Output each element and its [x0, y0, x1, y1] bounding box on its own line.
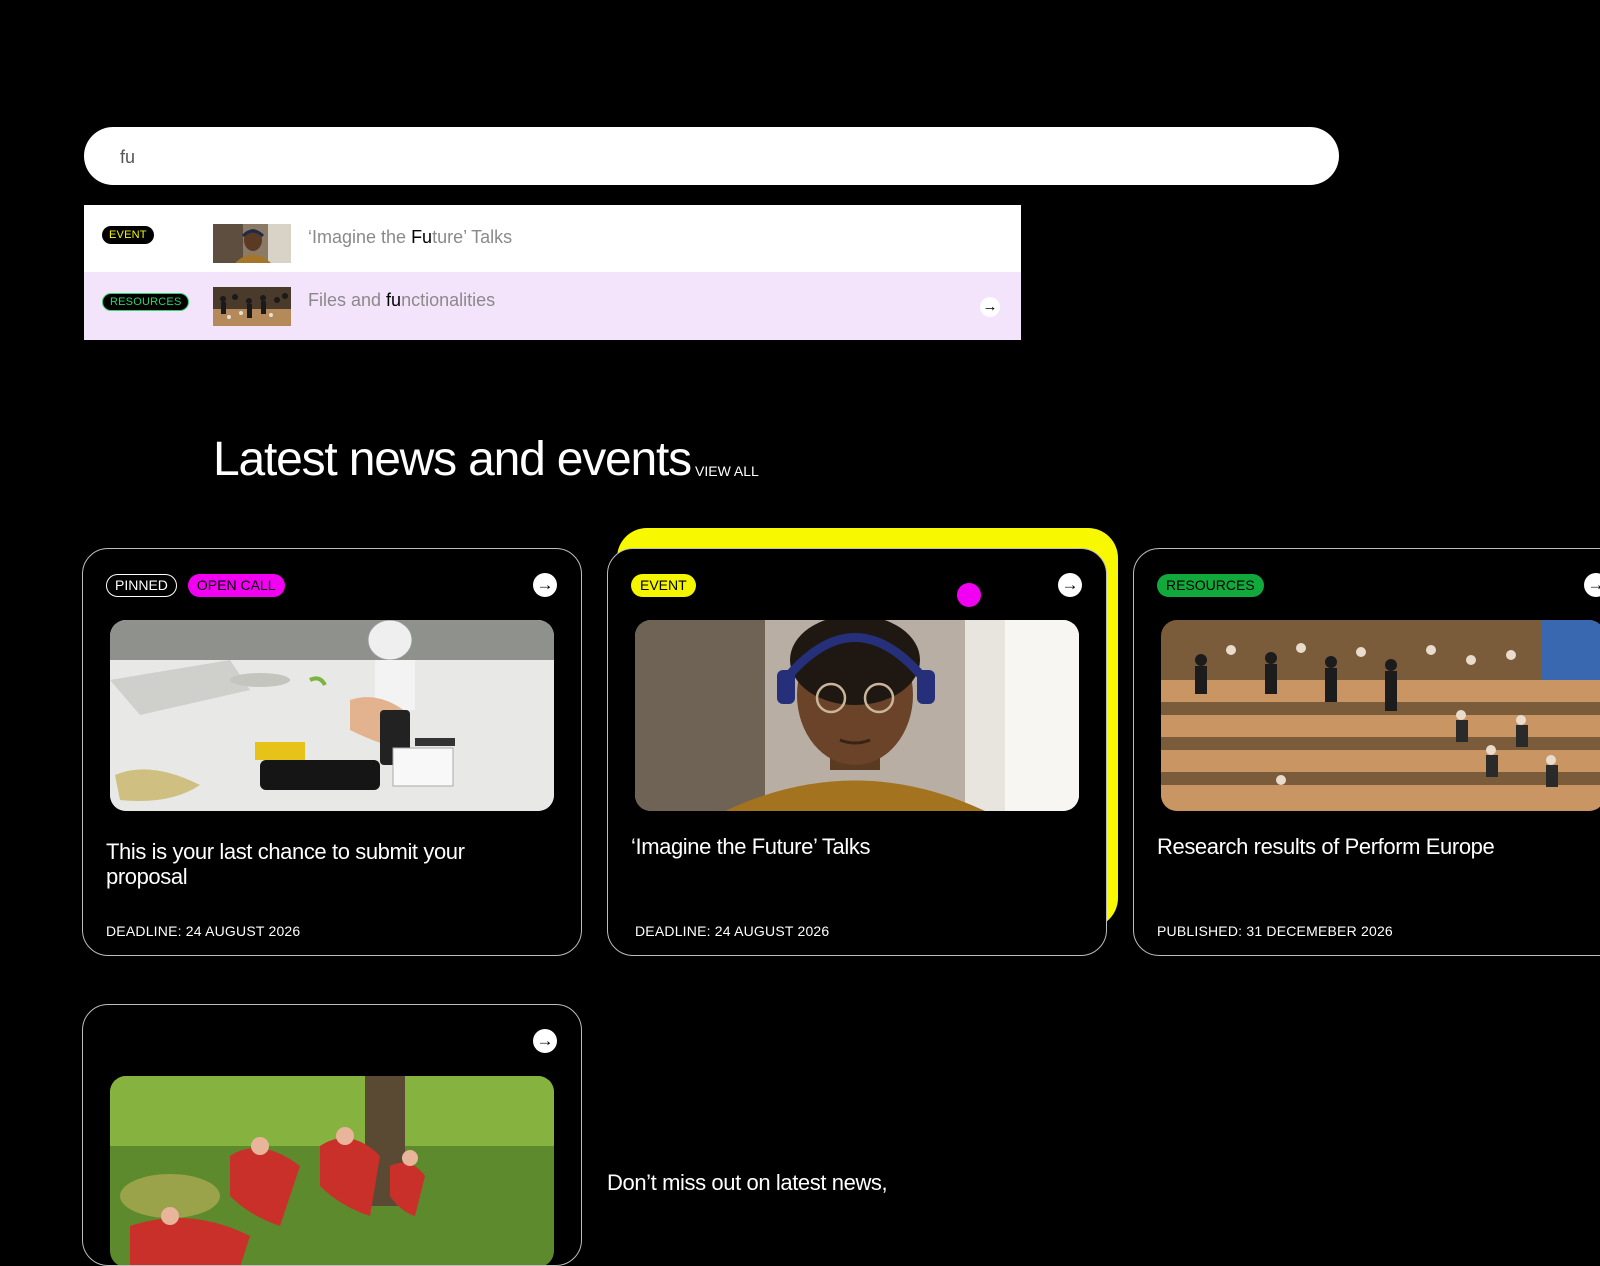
arrow-right-icon[interactable]: → — [533, 1029, 557, 1053]
view-all-link[interactable]: VIEW ALL — [695, 463, 759, 479]
pinned-badge: PINNED — [106, 574, 177, 597]
cursor-dot — [957, 583, 981, 607]
card-image — [110, 620, 554, 811]
card-image — [110, 1076, 554, 1265]
news-card[interactable]: PINNED OPEN CALL → This is your last cha… — [82, 548, 582, 956]
card-badges: RESOURCES — [1157, 574, 1264, 597]
suggestion-tag: RESOURCES — [102, 293, 190, 311]
arrow-right-icon[interactable]: → — [980, 297, 1000, 317]
search-bar[interactable] — [84, 127, 1339, 187]
arrow-right-icon[interactable]: → — [1584, 573, 1600, 597]
search-suggestions: EVENT ‘Imagine the Future’ Talks RESOURC… — [84, 205, 1021, 340]
card-title: Research results of Perform Europe — [1157, 834, 1495, 859]
card-title: This is your last chance to submit your … — [106, 839, 465, 889]
suggestion-title: ‘Imagine the Future’ Talks — [308, 227, 513, 247]
resources-badge: RESOURCES — [1157, 574, 1264, 597]
arrow-right-icon[interactable]: → — [533, 573, 557, 597]
card-meta: DEADLINE: 24 AUGUST 2026 — [635, 923, 830, 939]
card-badges: EVENT — [631, 574, 696, 597]
news-card[interactable]: RESOURCES → — [1133, 548, 1600, 956]
open-call-badge: OPEN CALL — [187, 574, 285, 597]
card-meta: DEADLINE: 24 AUGUST 2026 — [106, 923, 301, 939]
event-badge: EVENT — [631, 574, 696, 597]
search-input[interactable] — [118, 127, 1302, 187]
suggestion-thumbnail — [213, 224, 291, 263]
suggestion-tag: EVENT — [102, 226, 154, 244]
card-image — [635, 620, 1079, 811]
card-title: ‘Imagine the Future’ Talks — [631, 834, 871, 859]
card-meta: PUBLISHED: 31 DECEMEBER 2026 — [1157, 923, 1393, 939]
newsletter-heading: Don’t miss out on latest news, — [607, 1170, 888, 1195]
suggestion-item-active[interactable]: RESOURCES Files and functionalities → — [84, 272, 1021, 340]
section-heading: Latest news and events — [213, 433, 692, 486]
news-card[interactable]: → — [82, 1004, 582, 1266]
card-badges: PINNED OPEN CALL — [106, 574, 285, 597]
suggestion-thumbnail — [213, 287, 291, 326]
news-card-hovered[interactable]: EVENT → ‘Imagine the Future’ Talks DEADL… — [607, 548, 1107, 956]
suggestion-title: Files and functionalities — [308, 290, 496, 310]
arrow-right-icon[interactable]: → — [1058, 573, 1082, 597]
suggestion-item[interactable]: EVENT ‘Imagine the Future’ Talks — [84, 205, 1021, 272]
card-image — [1161, 620, 1600, 811]
